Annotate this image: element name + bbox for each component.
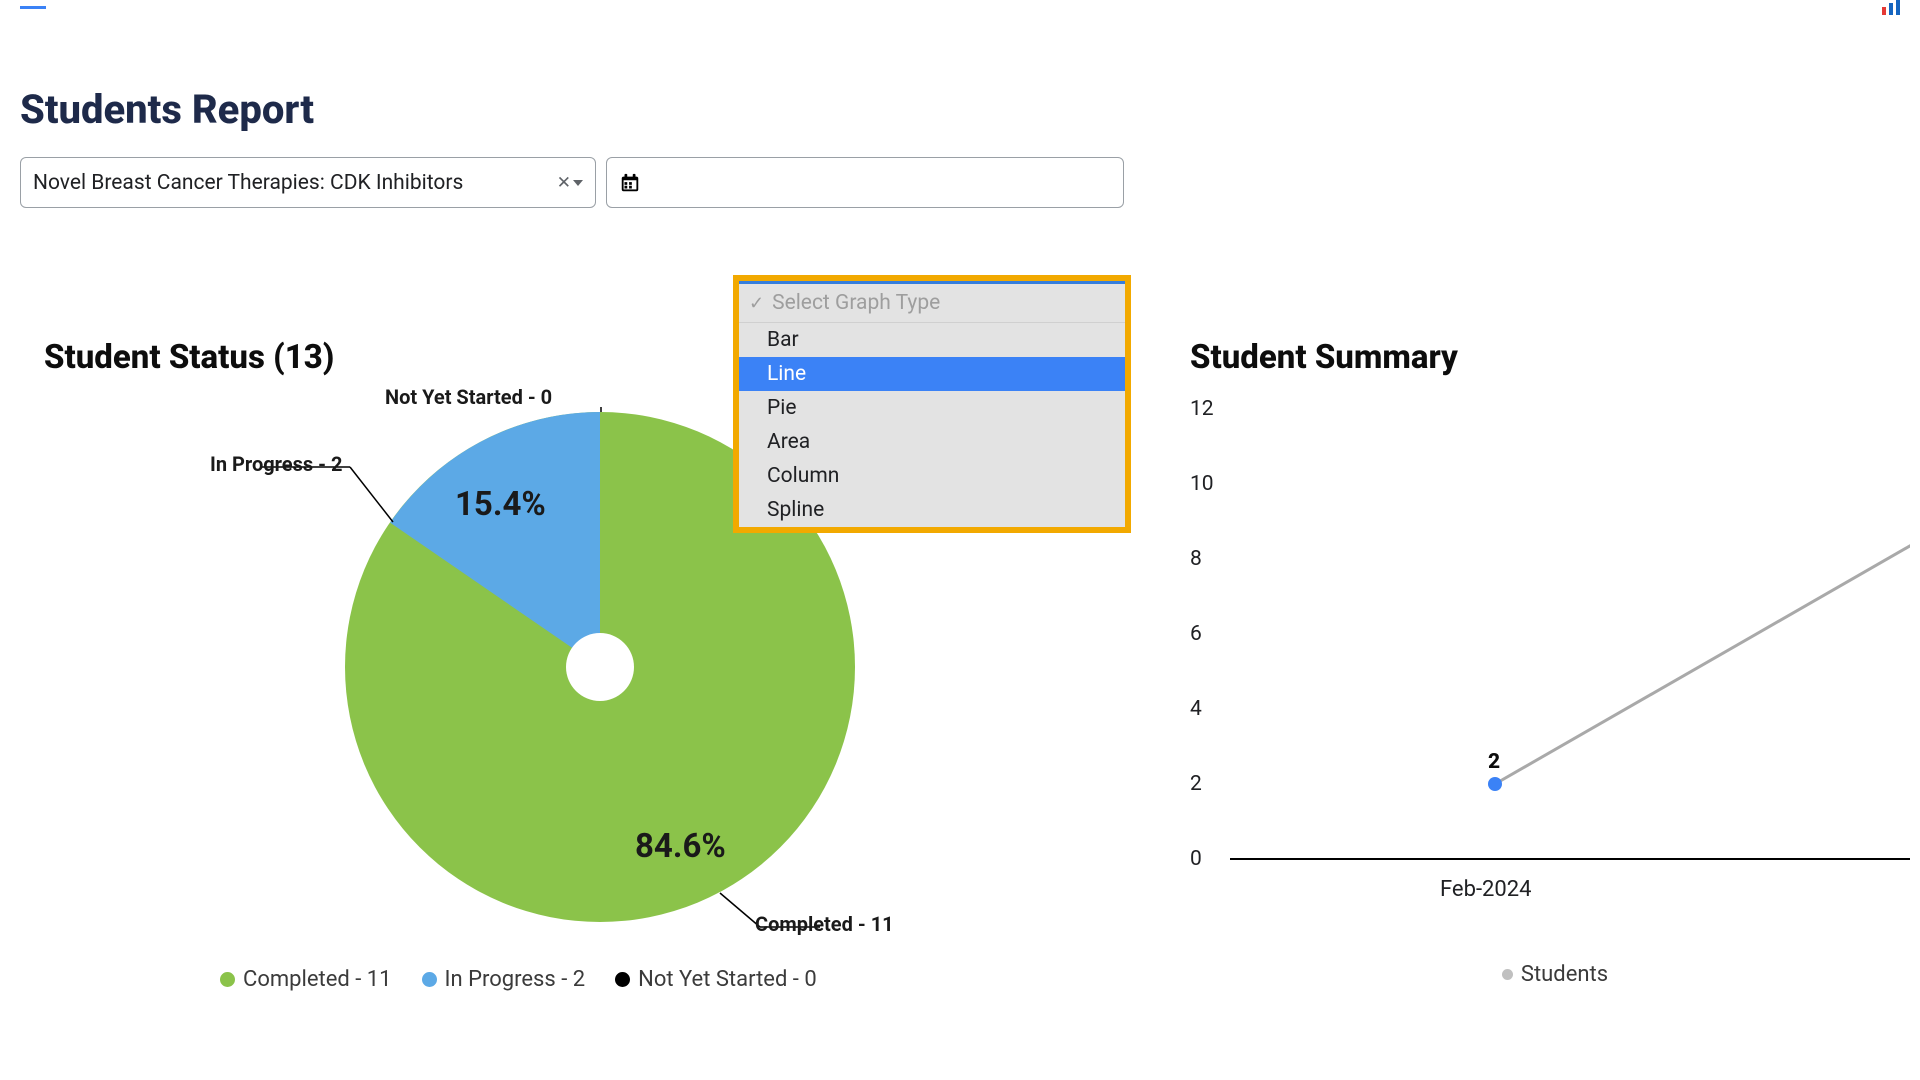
legend-item-completed: Completed - 11 bbox=[220, 967, 392, 992]
student-summary-title: Student Summary bbox=[1190, 338, 1920, 377]
calendar-icon bbox=[619, 172, 641, 194]
y-tick: 8 bbox=[1190, 547, 1202, 571]
student-summary-panel: Student Summary 12 10 8 6 4 2 0 2 Feb-20… bbox=[1190, 338, 1920, 992]
graph-type-dropdown[interactable]: ✓ Select Graph Type Bar Line Pie Area Co… bbox=[733, 275, 1131, 533]
legend-dot-icon bbox=[1502, 969, 1513, 980]
chevron-down-icon[interactable] bbox=[573, 180, 583, 186]
y-tick: 2 bbox=[1190, 772, 1202, 796]
plot-line bbox=[1230, 407, 1910, 859]
chart-type-icon[interactable] bbox=[1882, 0, 1900, 15]
student-summary-line: 12 10 8 6 4 2 0 2 Feb-2024 bbox=[1190, 407, 1910, 902]
pie-label-in-progress: In Progress - 2 bbox=[210, 452, 342, 476]
y-tick: 12 bbox=[1190, 397, 1214, 421]
pie-pct-completed: 84.6% bbox=[635, 827, 726, 866]
pie-legend: Completed - 11 In Progress - 2 Not Yet S… bbox=[220, 967, 1150, 992]
graph-type-option-bar[interactable]: Bar bbox=[739, 323, 1125, 357]
graph-type-option-column[interactable]: Column bbox=[739, 459, 1125, 493]
graph-type-placeholder: ✓ Select Graph Type bbox=[739, 281, 1125, 323]
graph-type-option-area[interactable]: Area bbox=[739, 425, 1125, 459]
data-point bbox=[1488, 777, 1502, 791]
legend-item-in-progress: In Progress - 2 bbox=[422, 967, 586, 992]
line-legend: Students bbox=[1190, 962, 1920, 987]
graph-type-placeholder-label: Select Graph Type bbox=[772, 291, 940, 315]
legend-label: Not Yet Started - 0 bbox=[638, 967, 817, 992]
clear-icon[interactable]: ✕ bbox=[557, 173, 571, 193]
course-filter-text: Novel Breast Cancer Therapies: CDK Inhib… bbox=[33, 171, 463, 195]
graph-type-option-pie[interactable]: Pie bbox=[739, 391, 1125, 425]
graph-type-option-spline[interactable]: Spline bbox=[739, 493, 1125, 527]
y-tick: 0 bbox=[1190, 847, 1202, 871]
date-filter-input[interactable] bbox=[606, 157, 1124, 208]
pie-pct-in-progress: 15.4% bbox=[455, 485, 546, 524]
legend-label: In Progress - 2 bbox=[445, 967, 586, 992]
y-tick: 4 bbox=[1190, 697, 1202, 721]
y-tick: 6 bbox=[1190, 622, 1202, 646]
legend-label: Completed - 11 bbox=[243, 967, 392, 992]
legend-dot-icon bbox=[615, 972, 630, 987]
legend-dot-icon bbox=[422, 972, 437, 987]
y-tick: 10 bbox=[1190, 472, 1214, 496]
legend-dot-icon bbox=[220, 972, 235, 987]
legend-label: Students bbox=[1521, 962, 1608, 987]
check-icon: ✓ bbox=[749, 293, 764, 314]
pie-label-completed: Completed - 11 bbox=[755, 912, 894, 936]
pie-label-not-started: Not Yet Started - 0 bbox=[385, 385, 552, 409]
x-tick: Feb-2024 bbox=[1440, 877, 1532, 902]
graph-type-option-line[interactable]: Line bbox=[739, 357, 1125, 391]
data-point-label: 2 bbox=[1488, 750, 1500, 774]
legend-item-not-started: Not Yet Started - 0 bbox=[615, 967, 817, 992]
page-title: Students Report bbox=[20, 86, 1920, 133]
menu-icon[interactable] bbox=[20, 6, 46, 9]
course-filter-select[interactable]: Novel Breast Cancer Therapies: CDK Inhib… bbox=[20, 157, 596, 208]
